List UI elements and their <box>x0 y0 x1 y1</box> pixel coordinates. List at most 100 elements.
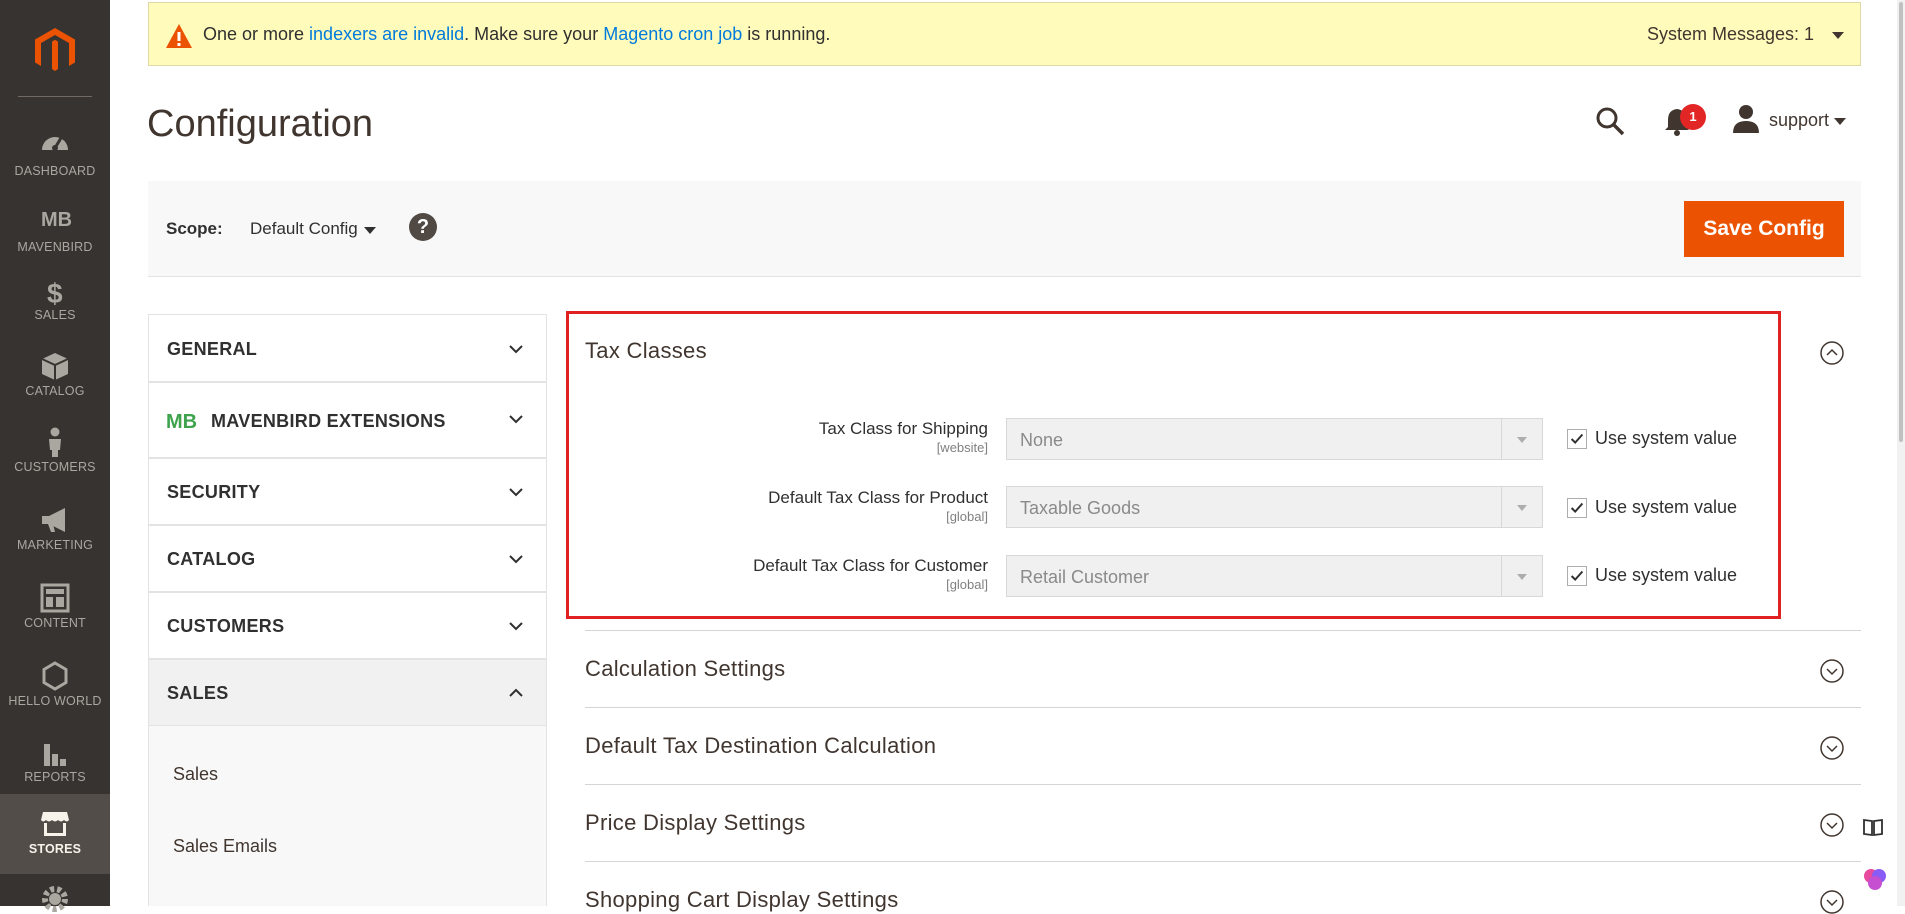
nav-label: CUSTOMERS <box>14 460 96 474</box>
nav-label: MARKETING <box>16 538 94 552</box>
magento-logo-icon[interactable] <box>30 25 80 75</box>
chevron-down-icon <box>509 345 523 354</box>
expand-circle-icon[interactable] <box>1820 890 1844 914</box>
mavenbird-icon: MB <box>41 209 71 231</box>
tab-label: CUSTOMERS <box>167 616 285 636</box>
select-tax-class-shipping[interactable]: None <box>1006 418 1543 460</box>
scope-switcher[interactable]: Default Config <box>250 219 358 239</box>
box-icon <box>41 353 69 380</box>
system-messages-count[interactable]: System Messages: 1 <box>1647 24 1814 45</box>
gear-icon[interactable] <box>40 884 70 914</box>
expand-circle-icon[interactable] <box>1820 659 1844 683</box>
checkbox-label: Use system value <box>1595 565 1738 585</box>
chevron-down-icon <box>509 415 523 424</box>
nav-item-dashboard[interactable]: DASHBOARD <box>0 112 110 190</box>
nav-item-catalog[interactable]: CATALOG <box>0 336 110 414</box>
nav-item-reports[interactable]: REPORTS <box>0 724 110 802</box>
field-scope: [website] <box>936 440 988 455</box>
mavenbird-logo-icon: MB <box>166 411 197 432</box>
section-title-shopping-cart-display[interactable]: Shopping Cart Display Settings <box>585 887 899 913</box>
tab-subitem-sales-emails[interactable]: Sales Emails <box>173 836 277 857</box>
tab-label: GENERAL <box>167 339 258 359</box>
select-value: None <box>1020 430 1064 450</box>
indexers-link[interactable]: indexers are invalid <box>309 24 464 44</box>
select-divider <box>1501 556 1502 596</box>
chevron-down-icon <box>1517 437 1527 443</box>
tab-label: CATALOG <box>167 549 256 569</box>
field-label-shipping: Tax Class for Shipping <box>818 419 988 438</box>
nav-label: MAVENBIRD <box>17 240 93 254</box>
brain-icon[interactable] <box>1862 866 1888 892</box>
tab-customers[interactable]: CUSTOMERS <box>149 592 546 659</box>
tab-label: MAVENBIRD EXTENSIONS <box>211 411 446 431</box>
section-divider <box>585 707 1861 708</box>
megaphone-icon <box>42 508 65 532</box>
checkbox-checked-icon[interactable] <box>1567 498 1587 518</box>
select-tax-class-customer[interactable]: Retail Customer <box>1006 555 1543 597</box>
nav-item-sales[interactable]: $ SALES <box>0 262 110 340</box>
tab-general[interactable]: GENERAL <box>149 314 546 382</box>
tab-security[interactable]: SECURITY <box>149 458 546 525</box>
svg-text:$: $ <box>47 278 63 308</box>
notification-badge[interactable]: 1 <box>1680 104 1706 130</box>
nav-item-content[interactable]: CONTENT <box>0 568 110 646</box>
chevron-down-icon <box>1517 505 1527 511</box>
cron-job-link[interactable]: Magento cron job <box>603 24 742 44</box>
section-divider <box>585 861 1861 862</box>
nav-item-customers[interactable]: CUSTOMERS <box>0 412 110 490</box>
expand-circle-icon[interactable] <box>1820 736 1844 760</box>
tab-subitem-sales[interactable]: Sales <box>173 764 218 785</box>
nav-item-marketing[interactable]: MARKETING <box>0 490 110 568</box>
tab-catalog[interactable]: CATALOG <box>149 525 546 592</box>
field-scope: [global] <box>946 577 988 592</box>
tab-label: SECURITY <box>167 482 261 502</box>
svg-text:MB: MB <box>166 411 197 432</box>
chevron-up-icon <box>509 688 523 697</box>
expand-circle-icon[interactable] <box>1820 813 1844 837</box>
nav-item-stores[interactable]: STORES <box>0 794 110 874</box>
checkbox-label: Use system value <box>1595 428 1738 448</box>
checkbox-label: Use system value <box>1595 497 1738 517</box>
page-title: Configuration <box>147 103 374 145</box>
chevron-down-icon <box>509 622 523 631</box>
help-icon[interactable]: ? <box>409 213 437 241</box>
section-title-default-tax-destination[interactable]: Default Tax Destination Calculation <box>585 733 936 759</box>
user-menu[interactable]: support <box>1769 110 1829 131</box>
nav-label: CONTENT <box>24 616 86 630</box>
field-label-customer: Default Tax Class for Customer <box>753 556 988 575</box>
section-title-calculation-settings[interactable]: Calculation Settings <box>585 656 785 682</box>
system-messages-bar: One or more indexers are invalid. Make s… <box>148 2 1861 66</box>
nav-item-mavenbird[interactable]: MB MAVENBIRD <box>0 188 110 266</box>
nav-label: DASHBOARD <box>14 164 96 178</box>
system-message-part: . Make sure your <box>464 24 604 44</box>
tab-mavenbird-extensions[interactable]: MB MAVENBIRD EXTENSIONS <box>149 382 546 458</box>
scrollbar-thumb[interactable] <box>1899 2 1903 442</box>
chevron-down-icon <box>1517 574 1527 580</box>
nav-item-hello-world[interactable]: HELLO WORLD <box>0 646 110 724</box>
dashboard-icon <box>42 137 68 151</box>
user-icon[interactable] <box>1732 104 1760 134</box>
nav-label: STORES <box>28 842 82 856</box>
chevron-down-icon[interactable] <box>1834 118 1846 125</box>
tab-sales[interactable]: SALES <box>149 659 546 726</box>
checkbox-checked-icon[interactable] <box>1567 566 1587 586</box>
checkbox-checked-icon[interactable] <box>1567 429 1587 449</box>
save-config-button[interactable]: Save Config <box>1684 201 1844 257</box>
system-message-part: is running. <box>742 24 831 44</box>
search-icon[interactable] <box>1595 106 1625 136</box>
field-scope: [global] <box>946 509 988 524</box>
book-icon[interactable] <box>1862 816 1884 838</box>
collapse-circle-icon[interactable] <box>1820 341 1844 365</box>
section-divider <box>585 630 1861 631</box>
chevron-down-icon[interactable] <box>1832 32 1844 39</box>
section-title-price-display[interactable]: Price Display Settings <box>585 810 806 836</box>
chevron-down-icon[interactable] <box>364 227 376 234</box>
select-tax-class-product[interactable]: Taxable Goods <box>1006 486 1543 528</box>
section-title-tax-classes[interactable]: Tax Classes <box>585 338 707 364</box>
admin-sidebar: DASHBOARD MB MAVENBIRD $ SALES CATALOG C… <box>0 0 110 912</box>
nav-divider <box>18 96 92 97</box>
bar-chart-icon <box>44 744 66 766</box>
warning-icon <box>166 24 192 48</box>
select-divider <box>1501 419 1502 459</box>
system-message-text: One or more indexers are invalid. Make s… <box>203 24 830 45</box>
